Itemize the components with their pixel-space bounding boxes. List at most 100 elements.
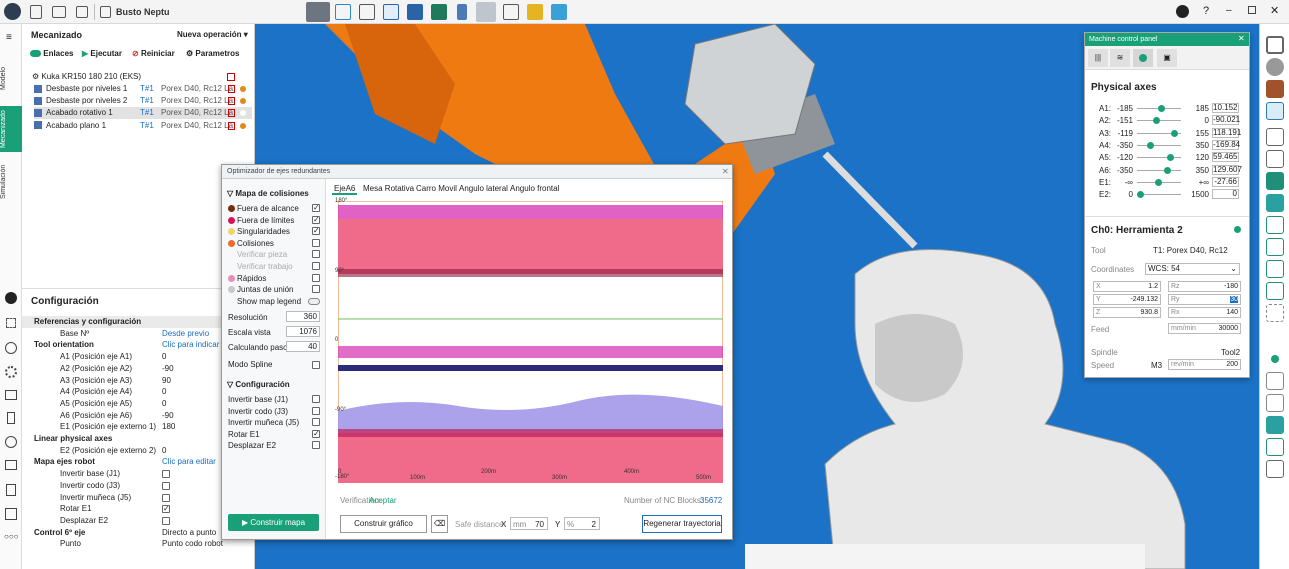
- config-icon[interactable]: [5, 292, 17, 304]
- param-input[interactable]: 1076: [286, 326, 320, 337]
- robot-row[interactable]: ⚙ Kuka KR150 180 210 (EKS): [32, 71, 141, 83]
- menu-icon[interactable]: ≡: [6, 32, 12, 43]
- config-row[interactable]: Punto Punto codo robot: [22, 538, 254, 550]
- ry-field[interactable]: Ry 30: [1168, 294, 1241, 305]
- y-field[interactable]: Y -249.132: [1093, 294, 1161, 305]
- map-checkbox[interactable]: [312, 214, 320, 225]
- map-checkbox[interactable]: [312, 250, 320, 259]
- config-option-checkbox[interactable]: [312, 428, 320, 439]
- map-checkbox[interactable]: [312, 238, 320, 247]
- config-option-checkbox[interactable]: [312, 395, 320, 403]
- more-icon[interactable]: ○○○: [4, 532, 19, 541]
- config-row[interactable]: Invertir muñeca (J5): [22, 492, 254, 504]
- map-item[interactable]: Fuera de alcance: [228, 202, 322, 214]
- map-checkbox[interactable]: [312, 262, 320, 270]
- config-option[interactable]: Rotar E1: [228, 428, 322, 440]
- mode-icon[interactable]: [306, 2, 330, 22]
- config-checkbox[interactable]: [162, 493, 170, 502]
- map-section-title[interactable]: ▽ Mapa de colisiones: [227, 189, 309, 198]
- map-item[interactable]: Colisiones: [228, 238, 322, 249]
- coords-select[interactable]: WCS: 54 ⌄: [1145, 263, 1240, 275]
- links-button[interactable]: Enlaces: [30, 49, 73, 58]
- plane-icon[interactable]: [1266, 416, 1284, 434]
- config-checkbox[interactable]: [162, 470, 170, 479]
- build-map-button[interactable]: ▶ Construir mapa: [228, 514, 319, 531]
- save-icon[interactable]: [76, 6, 88, 18]
- fixture-icon[interactable]: [457, 4, 467, 20]
- chart-tab[interactable]: Carro Movil: [414, 183, 459, 195]
- toggle-switch[interactable]: [308, 297, 320, 305]
- select-icon[interactable]: [6, 318, 16, 328]
- axis-value[interactable]: -27.66: [1212, 176, 1239, 187]
- close-icon[interactable]: ✕: [722, 167, 729, 176]
- speed-field[interactable]: rev/min 200: [1168, 359, 1241, 370]
- config-section-title[interactable]: ▽ Configuración: [227, 380, 290, 389]
- axis-slider-thumb[interactable]: [1164, 166, 1172, 174]
- config-option[interactable]: Desplazar E2: [228, 440, 322, 451]
- config-row[interactable]: A1 (Posición eje A1) 0: [22, 351, 254, 363]
- surface-icon[interactable]: [1266, 304, 1284, 322]
- z-field[interactable]: Z 930.8: [1093, 307, 1161, 318]
- config-row[interactable]: Rotar E1: [22, 503, 254, 515]
- axis-slider[interactable]: [1137, 117, 1181, 125]
- open-folder-icon[interactable]: [52, 6, 66, 18]
- config-option-checkbox[interactable]: [312, 418, 320, 427]
- mill-icon[interactable]: [1266, 260, 1284, 278]
- config-row[interactable]: A3 (Posición eje A3) 90: [22, 375, 254, 387]
- config-row[interactable]: Control 6º eje Directo a punto: [22, 527, 254, 539]
- config-option-checkbox[interactable]: [312, 406, 320, 415]
- chart-icon[interactable]: [503, 4, 519, 20]
- simulate-icon[interactable]: [335, 4, 351, 20]
- axis-slider-thumb[interactable]: [1158, 105, 1166, 112]
- axis-slider[interactable]: [1137, 141, 1181, 149]
- param-input[interactable]: 40: [286, 341, 320, 352]
- x-field[interactable]: X 1.2: [1093, 281, 1161, 292]
- map-item[interactable]: Rápidos: [228, 273, 322, 284]
- config-option[interactable]: Invertir muñeca (J5): [228, 417, 322, 428]
- config-row[interactable]: E1 (Posición eje externo 1) 180: [22, 421, 254, 433]
- axis-slider-thumb[interactable]: [1167, 154, 1174, 162]
- config-checkbox[interactable]: [162, 481, 170, 490]
- map-checkbox[interactable]: [312, 202, 320, 213]
- tab-simulacion[interactable]: Simulación: [0, 156, 22, 208]
- build-graph-button[interactable]: Construir gráfico: [340, 515, 427, 533]
- operation-row[interactable]: Desbaste por niveles 2 T#1 Porex D40, Rc12…: [34, 95, 252, 107]
- map-item[interactable]: Verificar pieza: [228, 249, 322, 260]
- map-item[interactable]: Juntas de unión: [228, 284, 322, 295]
- operation-row[interactable]: Desbaste por niveles 1 T#1 Porex D40, Rc12…: [34, 83, 252, 95]
- cylinder-icon[interactable]: [1266, 194, 1284, 212]
- map-item[interactable]: Verificar trabajo: [228, 261, 322, 272]
- params-button[interactable]: ⚙ Parametros: [186, 49, 239, 58]
- y-input[interactable]: % 2: [564, 517, 600, 530]
- axis-slider[interactable]: [1137, 105, 1181, 112]
- stack-icon[interactable]: [527, 4, 543, 20]
- config-option-checkbox[interactable]: [312, 441, 320, 450]
- stock-icon[interactable]: [1266, 80, 1284, 98]
- tab-modelo[interactable]: Modelo: [0, 54, 22, 104]
- axis-value[interactable]: 59.465: [1212, 152, 1239, 163]
- sheet-icon[interactable]: [1266, 394, 1284, 412]
- box-icon[interactable]: [1266, 102, 1284, 120]
- measure-icon[interactable]: [5, 390, 17, 400]
- config-row[interactable]: Linear physical axes: [22, 433, 254, 445]
- config-row[interactable]: Tool orientation Clic para indicar: [22, 339, 254, 351]
- rz-field[interactable]: Rz -180: [1168, 281, 1241, 292]
- axis-value[interactable]: 0: [1212, 189, 1239, 200]
- point-icon[interactable]: [1266, 350, 1284, 368]
- operation-row[interactable]: Acabado rotativo 1 T#1 Porex D40, Rc12 La:: [34, 107, 252, 120]
- axis-slider[interactable]: [1137, 166, 1181, 174]
- rx-field[interactable]: Rx 140: [1168, 307, 1241, 318]
- chart-tab[interactable]: Angulo frontal: [508, 183, 561, 195]
- sphere-icon[interactable]: [1266, 58, 1284, 76]
- config-row[interactable]: Desplazar E2: [22, 515, 254, 527]
- axis-slider[interactable]: [1137, 178, 1181, 186]
- timer-icon[interactable]: [5, 436, 17, 448]
- feed-field[interactable]: mm/min 30000: [1168, 323, 1241, 334]
- close-icon[interactable]: ✕: [1238, 34, 1245, 43]
- map-checkbox[interactable]: [312, 225, 320, 236]
- flag2-icon[interactable]: [1266, 460, 1284, 478]
- blocks-icon[interactable]: [5, 460, 17, 470]
- part-icon[interactable]: [407, 4, 423, 20]
- config-row[interactable]: A2 (Posición eje A2) -90: [22, 363, 254, 375]
- new-operation-dropdown[interactable]: Nueva operación ▾: [177, 30, 248, 39]
